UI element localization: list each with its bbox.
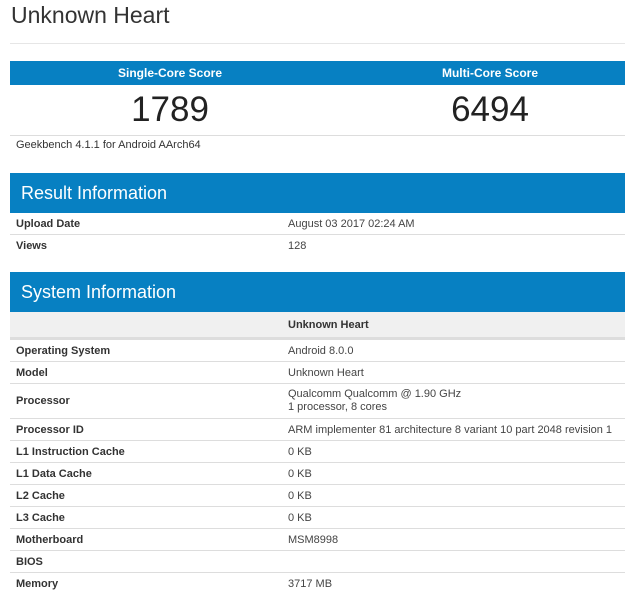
system-column-header: Unknown Heart [282, 312, 625, 340]
row-value: 0 KB [282, 506, 625, 529]
row-key: BIOS [10, 550, 282, 573]
platform-note: Geekbench 4.1.1 for Android AArch64 [16, 139, 201, 151]
row-value: 3717 MB [288, 577, 333, 590]
row-value [282, 550, 625, 573]
page-title: Unknown Heart [11, 2, 170, 28]
system-information-header: System Information [10, 272, 625, 312]
processor-cores: 1 processor, 8 cores [288, 401, 388, 413]
single-core-score: 1789 [10, 85, 330, 136]
row-value: Android 8.0.0 [282, 338, 625, 362]
row-value: 0 KB [282, 440, 625, 463]
table-row: Memory 3717 MB [10, 573, 625, 595]
table-row: Processor ID ARM implementer 81 architec… [10, 418, 625, 441]
row-value: 128 [288, 239, 307, 252]
multi-core-label: Multi-Core Score [441, 66, 538, 80]
result-information-header: Result Information [10, 173, 625, 213]
row-value: 0 KB [282, 484, 625, 507]
table-row: Upload Date August 03 2017 02:24 AM [10, 213, 625, 235]
title-divider [10, 43, 625, 44]
table-row: Processor Qualcomm Qualcomm @ 1.90 GHz 1… [10, 383, 625, 419]
result-information-table: Upload Date August 03 2017 02:24 AM View… [10, 213, 625, 256]
multi-core-score: 6494 [330, 85, 625, 136]
score-value-row: 1789 6494 [10, 85, 625, 136]
row-value: 0 KB [282, 462, 625, 485]
row-key: Upload Date [10, 213, 282, 235]
table-row: Views 128 [10, 235, 625, 257]
table-row: Model Unknown Heart [10, 361, 625, 384]
row-value: MSM8998 [282, 528, 625, 551]
row-key: L1 Instruction Cache [10, 440, 282, 463]
row-key: Model [10, 361, 282, 384]
table-row: Motherboard MSM8998 [10, 528, 625, 551]
table-row: L3 Cache 0 KB [10, 506, 625, 529]
processor-name: Qualcomm Qualcomm @ 1.90 GHz [288, 388, 462, 400]
score-header-row: Single-Core Score Multi-Core Score [10, 61, 625, 85]
row-key: L3 Cache [10, 506, 282, 529]
row-key: Operating System [10, 338, 282, 362]
score-table: Single-Core Score Multi-Core Score 1789 … [10, 61, 625, 136]
table-row: L1 Data Cache 0 KB [10, 462, 625, 485]
row-key: Memory [16, 577, 59, 590]
row-key: Views [16, 239, 47, 252]
single-core-label: Single-Core Score [117, 66, 223, 80]
row-key: L1 Data Cache [10, 462, 282, 485]
row-value: ARM implementer 81 architecture 8 varian… [282, 418, 625, 441]
system-information-table: Unknown Heart Operating System Android 8… [10, 312, 625, 594]
row-value: August 03 2017 02:24 AM [282, 213, 625, 235]
row-value: Unknown Heart [282, 361, 625, 384]
row-value: Qualcomm Qualcomm @ 1.90 GHz 1 processor… [282, 383, 625, 419]
table-row: L2 Cache 0 KB [10, 484, 625, 507]
table-row: L1 Instruction Cache 0 KB [10, 440, 625, 463]
header-blank-cell [10, 312, 282, 340]
table-row: Operating System Android 8.0.0 [10, 338, 625, 362]
row-key: L2 Cache [10, 484, 282, 507]
row-key: Processor ID [10, 418, 282, 441]
row-key: Motherboard [10, 528, 282, 551]
row-key: Processor [10, 383, 282, 419]
system-column-header-row: Unknown Heart [10, 312, 625, 340]
table-row: BIOS [10, 550, 625, 573]
